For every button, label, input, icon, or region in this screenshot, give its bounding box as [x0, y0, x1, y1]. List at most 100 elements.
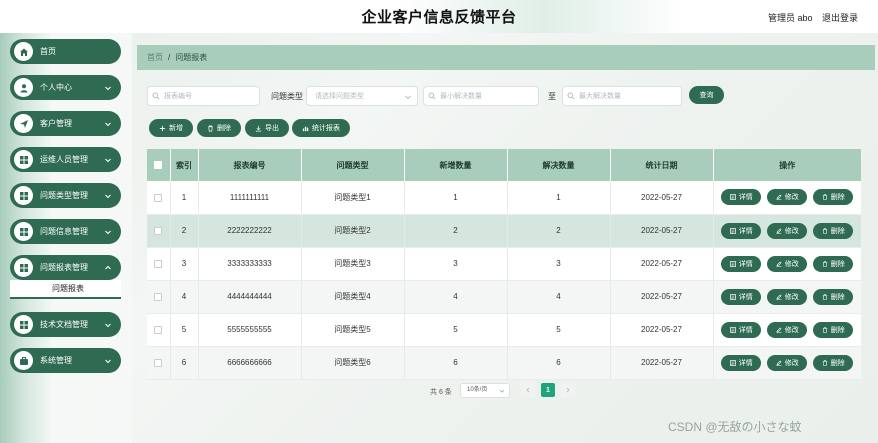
- column-header-added[interactable]: 新增数量: [404, 149, 508, 181]
- chevron-down-icon: [405, 95, 411, 100]
- row-checkbox[interactable]: [154, 358, 163, 367]
- detail-icon: [729, 359, 736, 366]
- table-row[interactable]: 3 3333333333 问题类型3 3 3 2022-05-27 详情 修改 删除: [147, 247, 861, 281]
- sidebar-item-label: 客户管理: [40, 119, 72, 128]
- briefcase-icon: [14, 351, 33, 370]
- export-button[interactable]: 导出: [245, 119, 289, 137]
- add-button[interactable]: 新增: [149, 119, 193, 137]
- search-icon: [428, 92, 436, 100]
- row-select-cell[interactable]: [147, 214, 171, 248]
- report-code-input[interactable]: 报表编号: [147, 86, 260, 106]
- cell-date: 2022-05-27: [610, 247, 714, 281]
- table-row[interactable]: 1 1111111111 问题类型1 1 1 2022-05-27 详情 修改 删除: [147, 181, 861, 215]
- cell-type: 问题类型3: [301, 247, 405, 281]
- delete-button[interactable]: 删除: [197, 119, 241, 137]
- edit-button-label: 修改: [784, 293, 799, 301]
- cell-solved: 1: [507, 181, 611, 215]
- edit-button-label: 修改: [784, 260, 799, 268]
- cell-type: 问题类型5: [301, 313, 405, 347]
- sidebar-item-issue-info[interactable]: 问题信息管理: [10, 219, 121, 244]
- min-solved-input[interactable]: 最小解决数量: [423, 86, 539, 106]
- detail-button[interactable]: 详情: [721, 255, 762, 272]
- prev-page-button[interactable]: [521, 383, 535, 397]
- select-all-cell[interactable]: [147, 149, 171, 181]
- table-row[interactable]: 5 5555555555 问题类型5 5 5 2022-05-27 详情 修改 删除: [147, 313, 861, 347]
- table-row[interactable]: 6 6666666666 问题类型6 6 6 2022-05-27 详情 修改 删除: [147, 346, 861, 380]
- table-row[interactable]: 2 2222222222 问题类型2 2 2 2022-05-27 详情 修改 删除: [147, 214, 861, 248]
- issue-type-select[interactable]: 请选择问题类型: [306, 86, 418, 106]
- edit-button[interactable]: 修改: [767, 255, 808, 272]
- row-select-cell[interactable]: [147, 181, 171, 215]
- edit-button[interactable]: 修改: [767, 321, 808, 338]
- page-number-current[interactable]: 1: [541, 383, 555, 397]
- page-size-select[interactable]: 10条/页: [460, 383, 510, 398]
- table-row[interactable]: 4 4444444444 问题类型4 4 4 2022-05-27 详情 修改 删除: [147, 280, 861, 314]
- row-delete-button-label: 删除: [830, 260, 845, 268]
- row-delete-button[interactable]: 删除: [813, 222, 854, 239]
- row-delete-button[interactable]: 删除: [813, 255, 854, 272]
- edit-button[interactable]: 修改: [767, 288, 808, 305]
- column-header-type[interactable]: 问题类型: [301, 149, 405, 181]
- cell-type: 问题类型6: [301, 346, 405, 380]
- cell-index: 5: [170, 313, 199, 347]
- detail-button[interactable]: 详情: [721, 222, 762, 239]
- row-delete-button[interactable]: 删除: [813, 189, 854, 206]
- cell-solved: 3: [507, 247, 611, 281]
- detail-button[interactable]: 详情: [721, 189, 762, 206]
- sidebar-subitem-issue-report[interactable]: 问题报表: [10, 280, 121, 299]
- sidebar-item-label: 问题类型管理: [40, 191, 88, 200]
- row-delete-button-label: 删除: [830, 359, 845, 367]
- edit-button[interactable]: 修改: [767, 222, 808, 239]
- row-delete-button-label: 删除: [830, 293, 845, 301]
- cell-index: 4: [170, 280, 199, 314]
- watermark: CSDN @无敌の小さな蚊: [668, 420, 802, 434]
- breadcrumb-home[interactable]: 首页: [147, 52, 163, 63]
- edit-button[interactable]: 修改: [767, 189, 808, 206]
- column-header-date[interactable]: 统计日期: [610, 149, 714, 181]
- chevron-down-icon: [105, 230, 111, 234]
- row-checkbox[interactable]: [154, 226, 163, 235]
- sidebar-item-issue-reports[interactable]: 问题报表管理: [10, 255, 121, 280]
- query-button[interactable]: 查询: [689, 86, 724, 104]
- range-to-label: 至: [548, 92, 556, 101]
- row-select-cell[interactable]: [147, 346, 171, 380]
- row-select-cell[interactable]: [147, 313, 171, 347]
- edit-button-label: 修改: [784, 359, 799, 367]
- row-delete-button[interactable]: 删除: [813, 354, 854, 371]
- row-select-cell[interactable]: [147, 247, 171, 281]
- sidebar-item-home[interactable]: 首页: [10, 39, 121, 64]
- next-page-button[interactable]: [561, 383, 575, 397]
- column-header-code[interactable]: 报表编号: [198, 149, 302, 181]
- issue-type-label: 问题类型: [271, 92, 303, 101]
- sidebar-item-label: 首页: [40, 47, 56, 56]
- detail-button[interactable]: 详情: [721, 321, 762, 338]
- sidebar-item-issue-types[interactable]: 问题类型管理: [10, 183, 121, 208]
- user-icon: [14, 78, 33, 97]
- min-solved-placeholder: 最小解决数量: [440, 93, 482, 100]
- grid-icon: [14, 186, 33, 205]
- logout-link[interactable]: 退出登录: [822, 11, 858, 24]
- select-all-checkbox[interactable]: [154, 161, 163, 170]
- detail-button-label: 详情: [738, 293, 753, 301]
- row-checkbox[interactable]: [154, 259, 163, 268]
- top-header: 企业客户信息反馈平台 管理员 abo 退出登录: [0, 0, 878, 33]
- column-header-solved[interactable]: 解决数量: [507, 149, 611, 181]
- detail-button[interactable]: 详情: [721, 354, 762, 371]
- sidebar-item-ops-staff[interactable]: 运维人员管理: [10, 147, 121, 172]
- row-checkbox[interactable]: [154, 325, 163, 334]
- stats-report-button[interactable]: 统计报表: [292, 119, 350, 137]
- row-checkbox[interactable]: [154, 292, 163, 301]
- row-checkbox[interactable]: [154, 193, 163, 202]
- edit-icon: [776, 194, 782, 201]
- sidebar-item-system[interactable]: 系统管理: [10, 348, 121, 373]
- row-delete-button[interactable]: 删除: [813, 321, 854, 338]
- detail-button[interactable]: 详情: [721, 288, 762, 305]
- sidebar-item-customers[interactable]: 客户管理: [10, 111, 121, 136]
- sidebar-item-tech-docs[interactable]: 技术文档管理: [10, 312, 121, 337]
- edit-icon: [776, 227, 782, 234]
- row-delete-button[interactable]: 删除: [813, 288, 854, 305]
- max-solved-input[interactable]: 最大解决数量: [562, 86, 682, 106]
- edit-button[interactable]: 修改: [767, 354, 808, 371]
- sidebar-item-profile[interactable]: 个人中心: [10, 75, 121, 100]
- row-select-cell[interactable]: [147, 280, 171, 314]
